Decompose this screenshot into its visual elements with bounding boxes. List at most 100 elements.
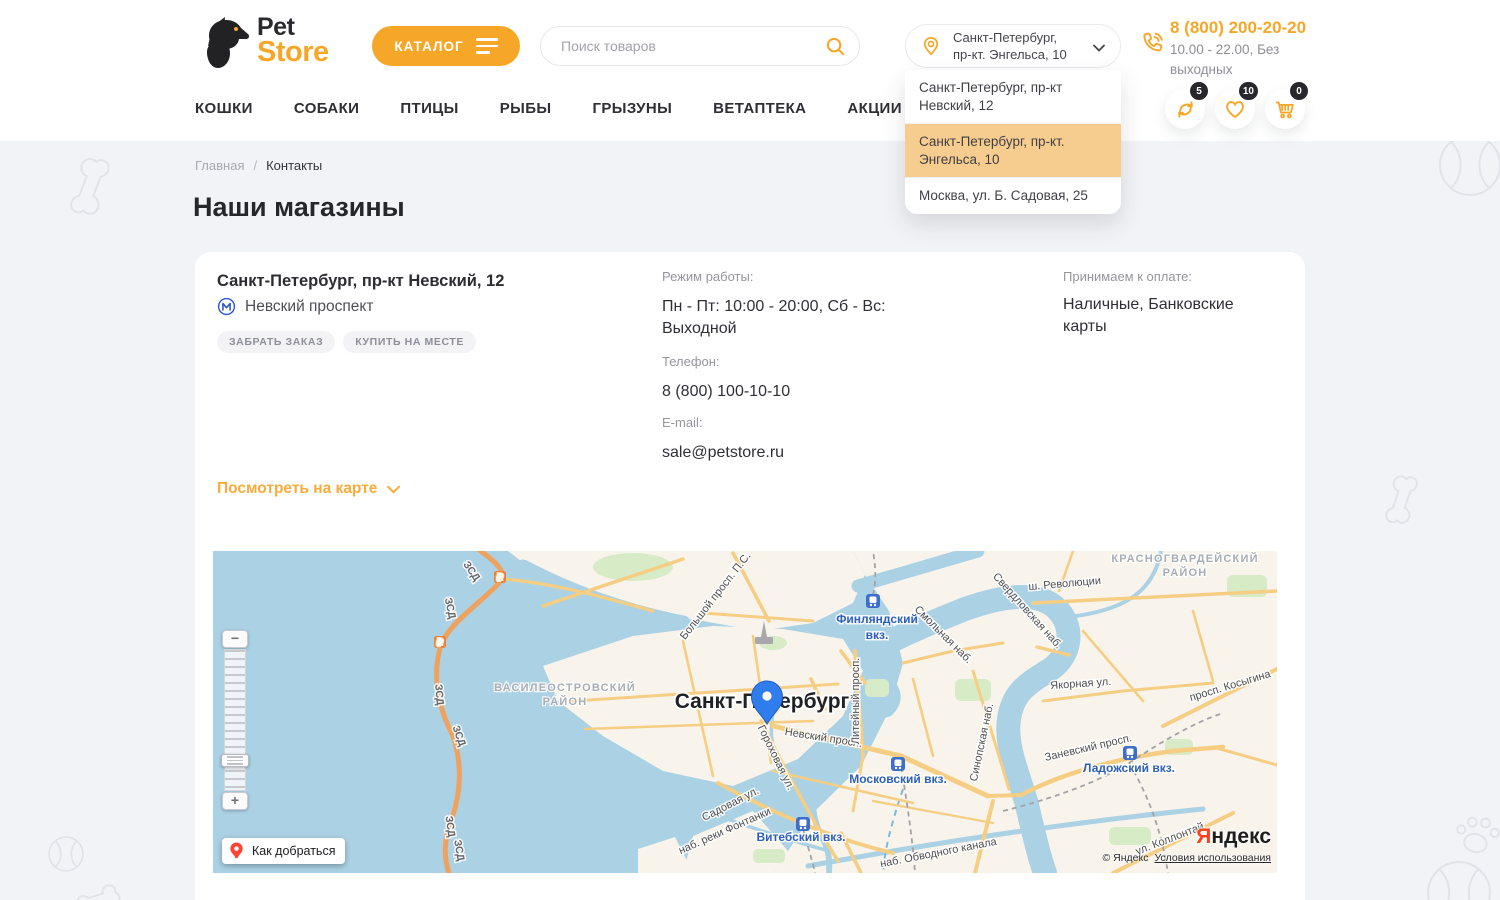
search-icon[interactable] (825, 36, 846, 57)
cart-icon (1273, 97, 1297, 121)
bone-decoration (44, 146, 131, 232)
city-option-1[interactable]: Санкт-Петербург, пр-кт. Энгельса, 10 (905, 123, 1121, 177)
phone-label: Телефон: (662, 354, 720, 369)
email-label: E-mail: (662, 415, 702, 430)
logo[interactable]: Pet Store (195, 14, 315, 76)
map-attribution: © Яндекс Условия использования (1102, 852, 1271, 864)
paw-decoration (1445, 804, 1500, 863)
map-label: вкз. (866, 628, 889, 642)
metro-row: Невский проспект (217, 297, 373, 316)
map-label: Витебский вкз. (756, 830, 845, 844)
heart-icon (1223, 97, 1247, 121)
catalog-button[interactable]: КАТАЛОГ (372, 26, 520, 66)
metro-icon (217, 297, 236, 316)
nav-item-0[interactable]: КОШКИ (195, 100, 253, 117)
zoom-in-button[interactable]: + (222, 792, 248, 810)
directions-button-label: Как добраться (252, 844, 335, 858)
phone-icon (1138, 30, 1165, 57)
header: Pet Store КАТАЛОГ Санкт-Петербург, (0, 0, 1500, 141)
map-label: РАЙОН (543, 695, 588, 708)
map-label: РАЙОН (1163, 566, 1208, 579)
working-hours-label: Режим работы: (662, 269, 753, 284)
svg-text:₽: ₽ (437, 638, 443, 648)
favorites-badge: 10 (1239, 82, 1258, 100)
nav-item-5[interactable]: ВЕТАПТЕКА (713, 100, 806, 117)
contacts-page: Pet Store КАТАЛОГ Санкт-Петербург, (0, 0, 1500, 900)
city-dropdown-list: Санкт-Петербург, пр-кт Невский, 12Санкт-… (905, 70, 1121, 214)
map-label: Литейный просп. (850, 658, 862, 744)
store-tag-0: ЗАБРАТЬ ЗАКАЗ (217, 331, 335, 353)
header-working-hours: 10.00 - 22.00, Без выходных (1170, 40, 1310, 79)
store-tag-1: КУПИТЬ НА МЕСТЕ (343, 331, 476, 353)
map-label: Ладожский вкз. (1083, 761, 1175, 775)
tennis-ball-decoration (48, 836, 84, 872)
store-name: Санкт-Петербург, пр-кт Невский, 12 (217, 272, 504, 291)
tennis-ball-decoration (1426, 860, 1492, 900)
map-copyright: © Яндекс (1102, 852, 1148, 864)
page-title: Наши магазины (193, 192, 405, 223)
nav-item-4[interactable]: ГРЫЗУНЫ (593, 100, 673, 117)
map-zoom-control: − + (222, 630, 248, 810)
payment-label: Принимаем к оплате: (1063, 269, 1192, 284)
search-input[interactable] (561, 27, 811, 64)
zoom-out-button[interactable]: − (222, 630, 248, 648)
compare-button[interactable]: 5 (1165, 89, 1205, 129)
yandex-pin-icon (228, 841, 245, 861)
location-pin-icon (920, 34, 942, 58)
yandex-logo[interactable]: Яндекс (1196, 825, 1271, 849)
nav-item-1[interactable]: СОБАКИ (294, 100, 360, 117)
show-on-map-link[interactable]: Посмотреть на карте (217, 480, 400, 498)
logo-line2: Store (257, 39, 329, 66)
directions-button[interactable]: Как добраться (222, 838, 345, 864)
yandex-map[interactable]: ₽ ₽ Санкт-ПетербургВАСИЛЕОСТРОВСК (213, 551, 1277, 873)
bone-decoration (65, 870, 127, 900)
bone-decoration (1363, 465, 1437, 538)
logo-text: Pet Store (257, 16, 329, 66)
working-hours-value: Пн - Пт: 10:00 - 20:00, Сб - Вс: Выходно… (662, 296, 897, 339)
metro-station-name: Невский проспект (245, 298, 373, 316)
main-nav: КОШКИ СОБАКИ ПТИЦЫ РЫБЫ ГРЫЗУНЫ ВЕТАПТЕКА АКЦИ… (195, 100, 902, 117)
breadcrumb: Главная / Контакты (195, 158, 322, 173)
zoom-slider-handle[interactable] (221, 754, 249, 767)
compare-icon (1174, 98, 1197, 121)
cart-button[interactable]: 0 (1265, 89, 1305, 129)
tennis-ball-decoration (1438, 133, 1500, 197)
catalog-button-label: КАТАЛОГ (394, 39, 463, 54)
map-label: Финляндский (836, 612, 918, 626)
terms-of-use-link[interactable]: Условия использования (1154, 852, 1271, 864)
city-option-0[interactable]: Санкт-Петербург, пр-кт Невский, 12 (905, 70, 1121, 123)
show-on-map-label: Посмотреть на карте (217, 480, 377, 498)
map-canvas: ₽ ₽ Санкт-ПетербургВАСИЛЕОСТРОВСК (213, 551, 1277, 873)
city-option-2[interactable]: Москва, ул. Б. Садовая, 25 (905, 177, 1121, 214)
store-email-value: sale@petstore.ru (662, 442, 784, 464)
breadcrumb-current: Контакты (266, 158, 322, 173)
header-phone-number[interactable]: 8 (800) 200-20-20 (1170, 18, 1306, 38)
cart-badge: 0 (1290, 82, 1308, 100)
search-bar (540, 26, 860, 66)
nav-item-2[interactable]: ПТИЦЫ (400, 100, 458, 117)
store-card: Санкт-Петербург, пр-кт Невский, 12 Невск… (195, 252, 1305, 900)
header-icon-buttons: 5 10 0 (1165, 89, 1305, 129)
payment-value: Наличные, Банковские карты (1063, 294, 1248, 337)
map-label: КРАСНОГВАРДЕЙСКИЙ (1111, 552, 1258, 565)
favorites-button[interactable]: 10 (1215, 89, 1255, 129)
store-phone-value: 8 (800) 100-10-10 (662, 381, 790, 403)
map-label: ЗСД (432, 684, 446, 707)
nav-item-6[interactable]: АКЦИИ (847, 100, 902, 117)
store-tags: ЗАБРАТЬ ЗАКАЗ КУПИТЬ НА МЕСТЕ (217, 331, 476, 353)
chevron-down-icon (1093, 44, 1105, 52)
breadcrumb-home[interactable]: Главная (195, 158, 244, 173)
hamburger-icon (476, 38, 498, 54)
compare-badge: 5 (1190, 82, 1208, 100)
map-label: Московский вкз. (849, 772, 947, 786)
breadcrumb-separator: / (253, 158, 257, 173)
selected-city: Санкт-Петербург, пр-кт. Энгельса, 10 (953, 29, 1067, 63)
city-selector-toggle[interactable]: Санкт-Петербург, пр-кт. Энгельса, 10 (905, 24, 1121, 68)
petstore-logo-icon (195, 14, 253, 74)
svg-text:₽: ₽ (497, 573, 503, 583)
city-selector: Санкт-Петербург, пр-кт. Энгельса, 10 Сан… (905, 24, 1121, 68)
nav-item-3[interactable]: РЫБЫ (500, 100, 552, 117)
zoom-slider-track[interactable] (224, 649, 246, 791)
map-label: ВАСИЛЕОСТРОВСКИЙ (494, 681, 636, 694)
chevron-down-icon (387, 485, 400, 494)
